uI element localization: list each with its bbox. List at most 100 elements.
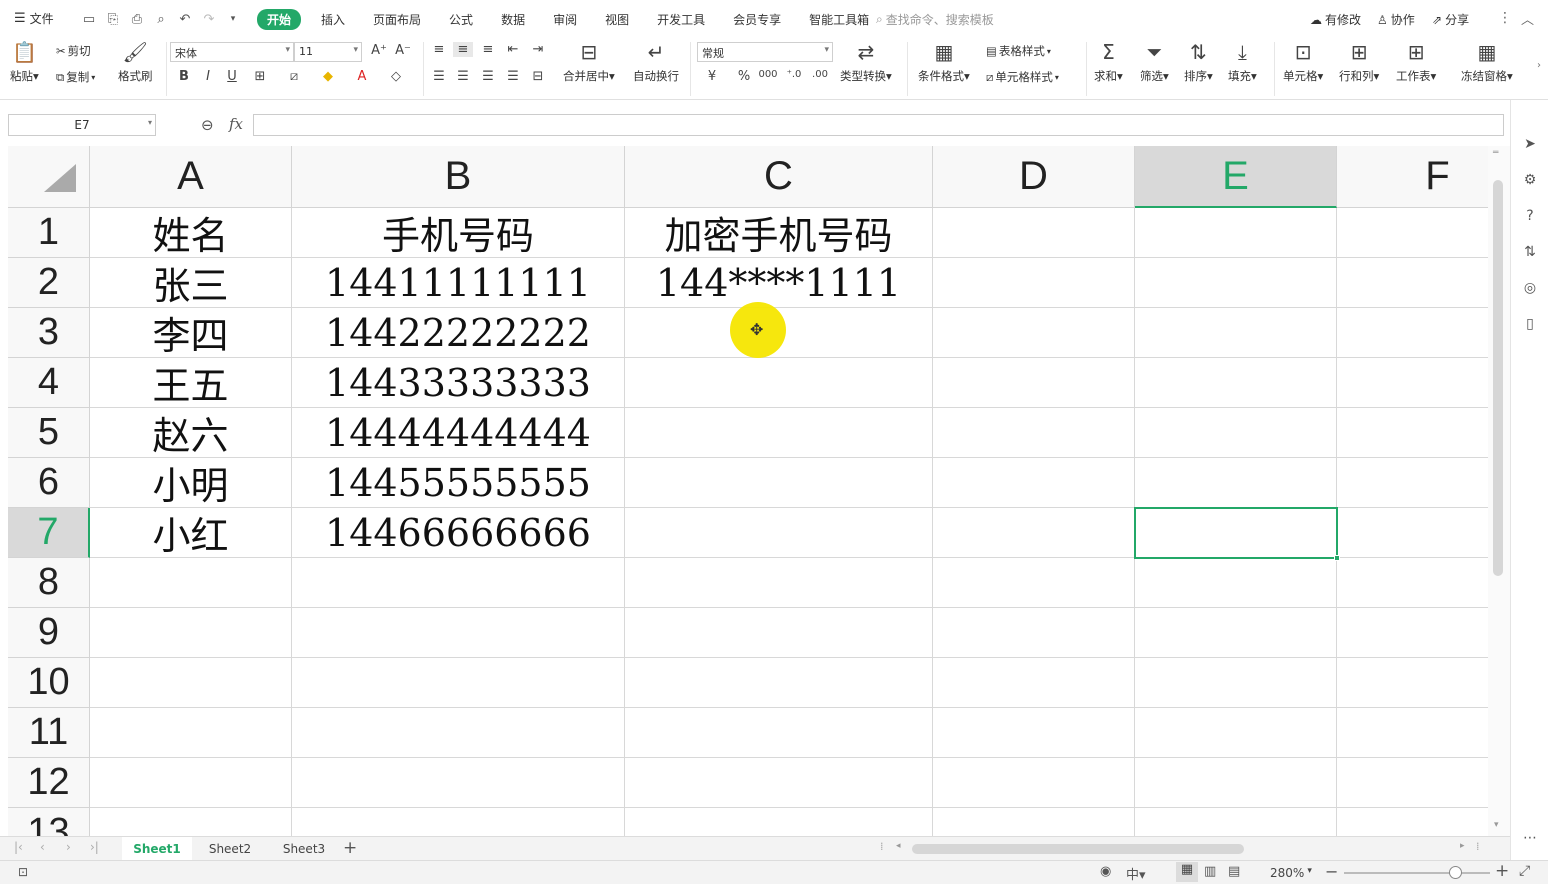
cell-f6[interactable]: [1337, 458, 1488, 508]
font-color-icon[interactable]: A: [352, 69, 372, 84]
currency-icon[interactable]: ¥: [702, 69, 722, 84]
cell-b2[interactable]: 14411111111: [292, 258, 625, 308]
more-icon[interactable]: ⋯: [1520, 830, 1540, 850]
zoom-in-icon[interactable]: +: [1495, 861, 1509, 881]
cell-d13[interactable]: [933, 808, 1135, 836]
cell-a11[interactable]: [90, 708, 292, 758]
border-icon[interactable]: ⊞: [250, 69, 270, 84]
prev-sheet-icon[interactable]: ‹: [40, 840, 45, 854]
filter-button[interactable]: ⏷ 筛选▾: [1140, 40, 1169, 84]
undo-icon[interactable]: ↶: [174, 8, 196, 30]
indent-decrease-icon[interactable]: ⇤: [503, 42, 523, 57]
tab-view[interactable]: 视图: [597, 11, 637, 28]
cell-f7[interactable]: [1337, 508, 1488, 558]
clear-icon[interactable]: ◇: [386, 69, 406, 84]
align-right-icon[interactable]: ☰: [478, 69, 498, 84]
cell-b1[interactable]: 手机号码: [292, 208, 625, 258]
cell-c1[interactable]: 加密手机号码: [625, 208, 933, 258]
justify-icon[interactable]: ☰: [503, 69, 523, 84]
cell-e13[interactable]: [1135, 808, 1337, 836]
cell-a9[interactable]: [90, 608, 292, 658]
cell-d5[interactable]: [933, 408, 1135, 458]
cell-b8[interactable]: [292, 558, 625, 608]
tab-insert[interactable]: 插入: [313, 11, 353, 28]
row-header-12[interactable]: 12: [8, 758, 90, 808]
cell-c9[interactable]: [625, 608, 933, 658]
share-button[interactable]: ⇗ 分享: [1432, 11, 1469, 28]
italic-icon[interactable]: I: [198, 69, 218, 84]
type-convert-button[interactable]: ⇄ 类型转换▾: [840, 40, 892, 84]
cell-e4[interactable]: [1135, 358, 1337, 408]
cell-c10[interactable]: [625, 658, 933, 708]
command-search[interactable]: ⌕ 查找命令、搜索模板: [876, 11, 994, 28]
next-sheet-icon[interactable]: ›: [66, 840, 71, 854]
column-header-d[interactable]: D: [933, 146, 1135, 208]
cell-f2[interactable]: [1337, 258, 1488, 308]
tab-membership[interactable]: 会员专享: [725, 11, 789, 28]
cut-button[interactable]: ✂ 剪切: [56, 43, 91, 59]
indent-increase-icon[interactable]: ⇥: [528, 42, 548, 57]
sheet-tab-2[interactable]: Sheet2: [196, 837, 264, 861]
file-menu[interactable]: ☰ 文件: [14, 10, 54, 27]
row-header-13[interactable]: 13: [8, 808, 90, 836]
cell-button[interactable]: ⊡ 单元格▾: [1283, 40, 1323, 84]
increase-font-icon[interactable]: A⁺: [369, 43, 389, 58]
decrease-decimal-icon[interactable]: .00: [810, 69, 830, 80]
cell-f9[interactable]: [1337, 608, 1488, 658]
normal-view-icon[interactable]: ▦: [1176, 862, 1198, 882]
pointer-icon[interactable]: ➤: [1520, 136, 1540, 156]
formula-input[interactable]: [253, 114, 1504, 136]
tab-page-layout[interactable]: 页面布局: [365, 11, 429, 28]
cell-f3[interactable]: [1337, 308, 1488, 358]
cell-f12[interactable]: [1337, 758, 1488, 808]
cell-b11[interactable]: [292, 708, 625, 758]
cell-a2[interactable]: 张三: [90, 258, 292, 308]
cell-a13[interactable]: [90, 808, 292, 836]
cell-c6[interactable]: [625, 458, 933, 508]
first-sheet-icon[interactable]: |‹: [14, 840, 23, 854]
align-middle-icon[interactable]: ≡: [453, 42, 473, 57]
cell-d8[interactable]: [933, 558, 1135, 608]
book-icon[interactable]: ▯: [1520, 316, 1540, 336]
worksheet-button[interactable]: ⊞ 工作表▾: [1396, 40, 1436, 84]
help-icon[interactable]: ?: [1520, 208, 1540, 228]
align-left-icon[interactable]: ☰: [429, 69, 449, 84]
cell-e1[interactable]: [1135, 208, 1337, 258]
last-sheet-icon[interactable]: ›|: [90, 840, 99, 854]
bold-icon[interactable]: B: [174, 69, 194, 84]
cell-c8[interactable]: [625, 558, 933, 608]
cell-c2[interactable]: 144****1111: [625, 258, 933, 308]
cell-a6[interactable]: 小明: [90, 458, 292, 508]
sort-button[interactable]: ⇅ 排序▾: [1184, 40, 1213, 84]
cell-b13[interactable]: [292, 808, 625, 836]
tab-formulas[interactable]: 公式: [441, 11, 481, 28]
cell-c11[interactable]: [625, 708, 933, 758]
cell-b4[interactable]: 14433333333: [292, 358, 625, 408]
zoom-out-icon[interactable]: −: [1325, 862, 1338, 881]
sum-button[interactable]: Σ 求和▾: [1094, 40, 1123, 84]
row-header-7[interactable]: 7: [8, 508, 90, 558]
decrease-font-icon[interactable]: A⁻: [393, 43, 413, 58]
tab-split-icon[interactable]: ⁞: [1476, 840, 1480, 853]
spreadsheet-grid[interactable]: A B C D E F 1 2 3 4 5 6 7 8 9 10 11 12 1…: [8, 146, 1488, 836]
number-format-select[interactable]: 常规 ▾: [697, 42, 833, 62]
select-all-corner[interactable]: [8, 146, 90, 208]
freeze-panes-button[interactable]: ▦ 冻结窗格▾: [1461, 40, 1513, 84]
cell-f5[interactable]: [1337, 408, 1488, 458]
tab-developer[interactable]: 开发工具: [649, 11, 713, 28]
tab-smart-toolbox[interactable]: 智能工具箱: [801, 11, 877, 28]
scroll-right-icon[interactable]: ▸: [1460, 841, 1465, 851]
vertical-scroll-thumb[interactable]: [1493, 180, 1503, 576]
cell-a3[interactable]: 李四: [90, 308, 292, 358]
paste-button[interactable]: 📋 粘贴▾: [10, 40, 39, 84]
cell-d2[interactable]: [933, 258, 1135, 308]
cell-f8[interactable]: [1337, 558, 1488, 608]
cell-a1[interactable]: 姓名: [90, 208, 292, 258]
cell-b3[interactable]: 14422222222: [292, 308, 625, 358]
cell-f10[interactable]: [1337, 658, 1488, 708]
fill-button[interactable]: ⤓ 填充▾: [1228, 40, 1257, 84]
more-icon[interactable]: ⋮: [1498, 10, 1512, 26]
align-bottom-icon[interactable]: ≡: [478, 42, 498, 57]
collapse-ribbon-icon[interactable]: ︿: [1521, 9, 1534, 28]
merge-center-button[interactable]: ⊟ 合并居中▾: [563, 40, 615, 84]
